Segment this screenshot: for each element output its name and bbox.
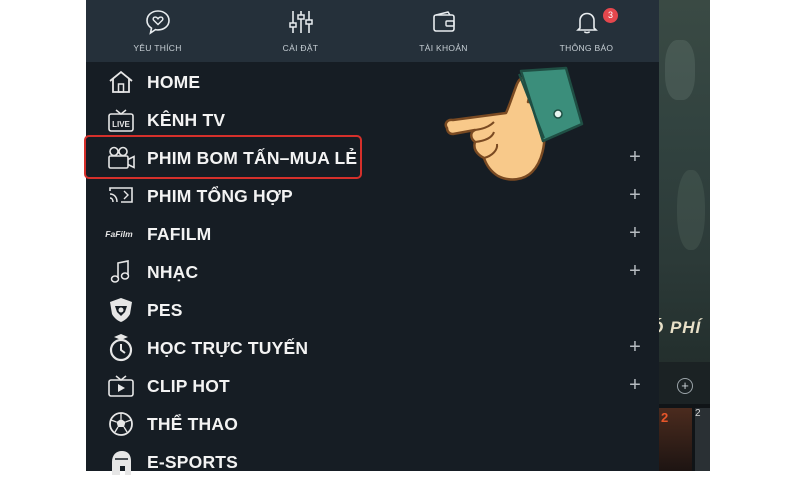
menu-item-e-sports[interactable]: E-SPORTS bbox=[86, 443, 659, 481]
menu-label: HỌC TRỰC TUYẾN bbox=[147, 338, 309, 358]
pes-shield-icon bbox=[110, 298, 132, 322]
live-icon-text: LIVE bbox=[112, 120, 130, 129]
expand-plus-icon[interactable]: + bbox=[628, 147, 642, 167]
notifications-button[interactable]: 3 THÔNG BÁO bbox=[515, 0, 658, 62]
menu-item-clip-hot[interactable]: CLIP HOT + bbox=[86, 367, 659, 405]
bell-icon bbox=[575, 12, 598, 34]
live-tv-icon: LIVE bbox=[108, 109, 134, 132]
expand-plus-icon[interactable]: + bbox=[628, 185, 642, 205]
menu-label: PES bbox=[147, 300, 183, 320]
settings-label: CÀI ĐẶT bbox=[282, 43, 319, 53]
highlight-box bbox=[84, 135, 362, 179]
drawer-top-bar: YÊU THÍCH CÀI ĐẶT TÀI KHOẢN 3 THÔNG BÁO bbox=[86, 0, 659, 62]
sliders-icon bbox=[288, 11, 313, 33]
notification-badge: 3 bbox=[603, 8, 618, 23]
thumbnail-card[interactable]: 2 bbox=[695, 408, 710, 471]
menu-item-nhac[interactable]: NHẠC + bbox=[86, 253, 659, 291]
notifications-label: THÔNG BÁO bbox=[559, 43, 614, 53]
menu-label: PHIM TỔNG HỢP bbox=[147, 186, 293, 206]
fafilm-logo-text: FaFilm bbox=[105, 229, 133, 239]
menu-label: HOME bbox=[147, 72, 201, 92]
thumbnail-card[interactable]: 2 bbox=[659, 408, 692, 471]
right-gutter bbox=[710, 0, 800, 471]
pointing-hand-icon bbox=[444, 66, 584, 181]
music-note-icon bbox=[110, 260, 130, 283]
home-icon bbox=[109, 70, 133, 93]
graduation-stopwatch-icon bbox=[109, 334, 133, 362]
thumbnail-row: 2 2 bbox=[659, 404, 710, 471]
wallet-icon bbox=[432, 11, 455, 32]
menu-item-pes[interactable]: PES bbox=[86, 291, 659, 329]
menu-label: THỂ THAO bbox=[147, 414, 239, 434]
expand-plus-icon[interactable]: + bbox=[628, 261, 642, 281]
menu-label: NHẠC bbox=[147, 262, 199, 282]
left-gutter bbox=[0, 0, 86, 471]
favorites-label: YÊU THÍCH bbox=[133, 43, 182, 53]
menu-label: E-SPORTS bbox=[147, 452, 239, 472]
fafilm-logo-icon: FaFilm bbox=[105, 229, 133, 239]
account-button[interactable]: TÀI KHOẢN bbox=[372, 0, 515, 62]
menu-item-hoc-truc-tuyen[interactable]: HỌC TRỰC TUYẾN + bbox=[86, 329, 659, 367]
expand-plus-icon[interactable]: + bbox=[628, 223, 642, 243]
soccer-ball-icon bbox=[109, 412, 133, 436]
clip-tv-icon bbox=[108, 375, 134, 397]
expand-plus-icon[interactable]: + bbox=[628, 337, 642, 357]
expand-plus-icon[interactable]: + bbox=[628, 375, 642, 395]
account-label: TÀI KHOẢN bbox=[419, 43, 468, 53]
menu-item-fafilm[interactable]: FaFilm FAFILM + bbox=[86, 215, 659, 253]
menu-label: CLIP HOT bbox=[147, 376, 230, 396]
settings-button[interactable]: CÀI ĐẶT bbox=[229, 0, 372, 62]
cast-icon bbox=[109, 187, 133, 203]
menu-label: KÊNH TV bbox=[147, 110, 226, 130]
menu-label: FAFILM bbox=[147, 224, 212, 244]
favorites-button[interactable]: YÊU THÍCH bbox=[86, 0, 229, 62]
add-circle-icon[interactable]: + bbox=[677, 378, 693, 394]
menu-item-the-thao[interactable]: THỂ THAO bbox=[86, 405, 659, 443]
navigation-drawer: YÊU THÍCH CÀI ĐẶT TÀI KHOẢN 3 THÔNG BÁO … bbox=[84, 0, 659, 475]
spartan-helmet-icon bbox=[112, 451, 131, 475]
heart-chat-icon bbox=[145, 10, 170, 35]
